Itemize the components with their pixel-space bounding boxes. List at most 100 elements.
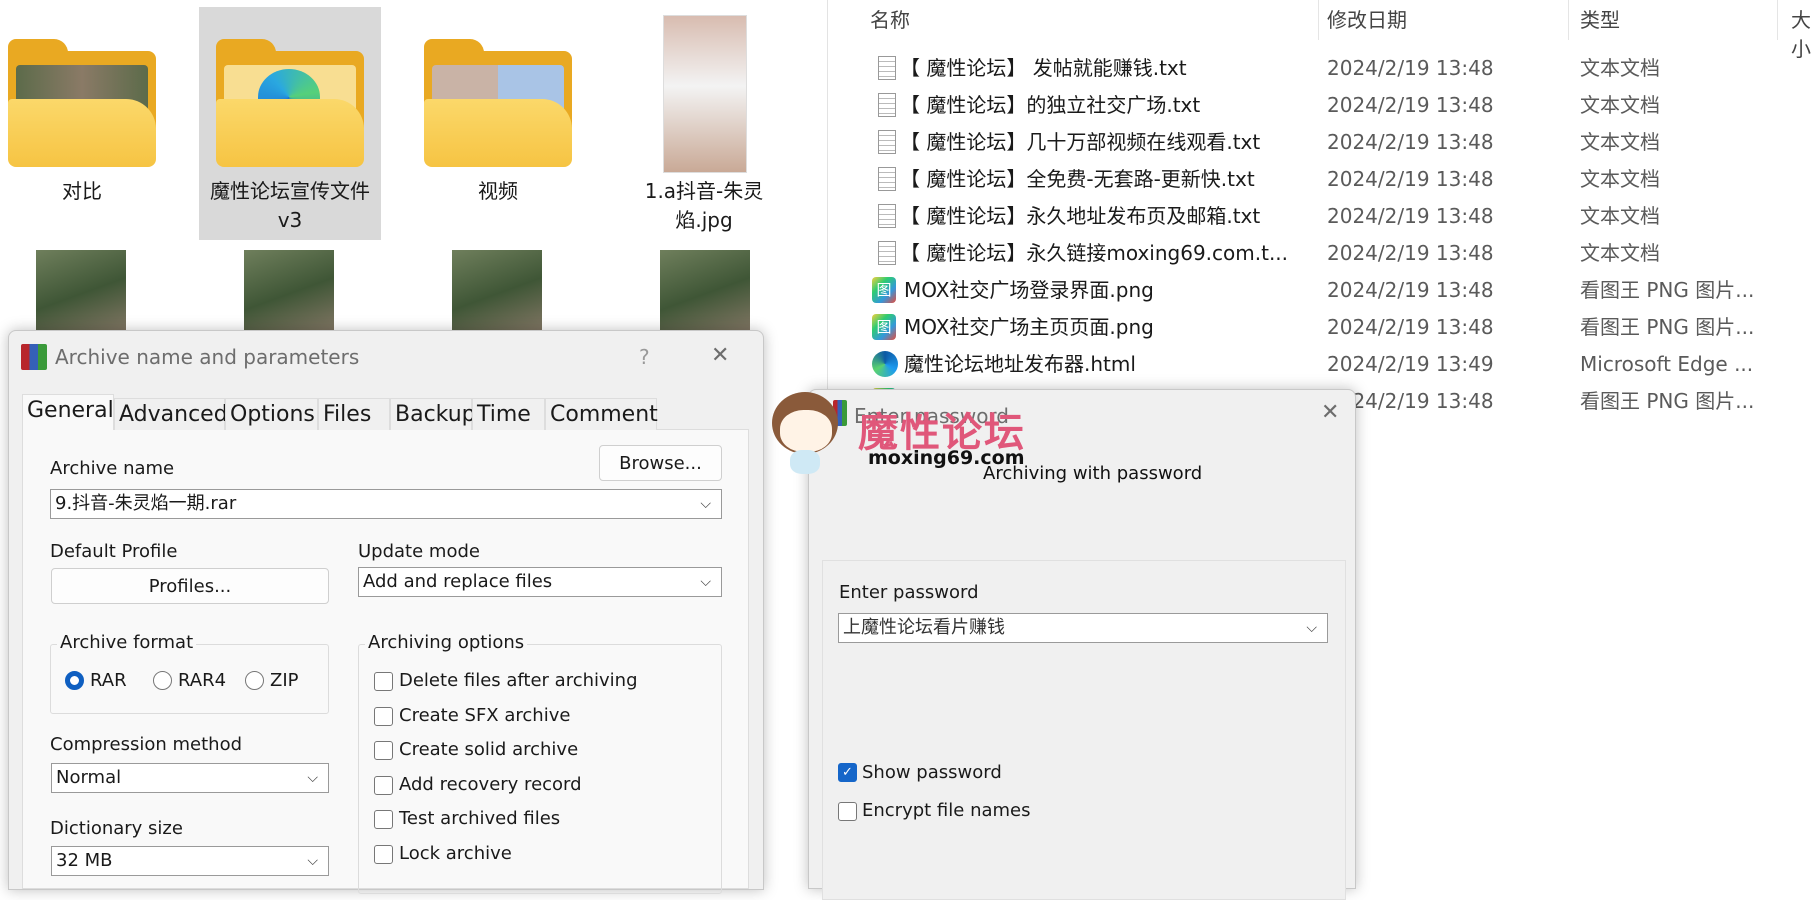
profiles-button[interactable]: Profiles... [51, 568, 329, 604]
dictionary-value: 32 MB [56, 850, 113, 871]
folder-item[interactable]: 对比 [0, 7, 172, 240]
file-name: 【 魔性论坛】永久地址发布页及邮箱.txt [900, 204, 1261, 228]
compression-method-select[interactable]: Normal ⌵ [51, 763, 329, 793]
folder-label: 对比 [62, 179, 102, 203]
image-item[interactable]: 1.a抖音-朱灵焰.jpg [614, 7, 794, 240]
option-checkbox[interactable] [374, 845, 393, 864]
file-row[interactable]: 图 MOX社交广场主页页面.png 2024/2/19 13:48 看图王 PN… [830, 310, 1817, 344]
tab-backup[interactable]: Backup [390, 398, 476, 430]
archive-format-label: Archive format [57, 632, 197, 653]
dictionary-size-label: Dictionary size [50, 818, 183, 839]
text-file-icon [878, 93, 896, 117]
file-name: 魔性论坛地址发布器.html [904, 352, 1136, 376]
option-checkbox[interactable] [374, 672, 393, 691]
file-name: 【 魔性论坛】几十万部视频在线观看.txt [900, 130, 1261, 154]
column-header-type[interactable]: 类型 [1580, 4, 1620, 33]
archive-name-label: Archive name [50, 458, 175, 479]
update-mode-value: Add and replace files [363, 571, 553, 592]
file-type: 文本文档 [1580, 56, 1660, 80]
file-date: 2024/2/19 13:49 [1327, 352, 1494, 376]
image-label: 1.a抖音-朱灵焰.jpg [644, 179, 764, 232]
file-row[interactable]: 【 魔性论坛】 发帖就能赚钱.txt 2024/2/19 13:48 文本文档 [830, 51, 1817, 85]
file-type: 文本文档 [1580, 167, 1660, 191]
option-label: Create SFX archive [399, 704, 571, 726]
file-type: 文本文档 [1580, 93, 1660, 117]
radio-zip-label: ZIP [270, 670, 299, 691]
chevron-down-icon: ⌵ [1306, 620, 1317, 636]
tab-files[interactable]: Files [318, 398, 390, 430]
file-row[interactable]: 【 魔性论坛】几十万部视频在线观看.txt 2024/2/19 13:48 文本… [830, 125, 1817, 159]
close-icon[interactable]: ✕ [1321, 400, 1339, 425]
password-input[interactable]: 上魔性论坛看片赚钱 ⌵ [838, 613, 1328, 643]
option-label: Test archived files [399, 808, 561, 830]
file-name: MOX社交广场登录界面.png [904, 278, 1154, 302]
file-date: 2024/2/19 13:48 [1327, 56, 1494, 80]
radio-rar[interactable] [65, 671, 84, 690]
image-thumbnail[interactable] [36, 250, 126, 338]
password-value: 上魔性论坛看片赚钱 [843, 617, 1005, 638]
file-name: 【 魔性论坛】全免费-无套路-更新快.txt [900, 167, 1255, 191]
enter-password-label: Enter password [839, 582, 979, 603]
text-file-icon [878, 56, 896, 80]
dictionary-size-select[interactable]: 32 MB ⌵ [51, 846, 329, 876]
file-row[interactable]: 【 魔性论坛】永久链接moxing69.com.t... 2024/2/19 1… [830, 236, 1817, 270]
file-row[interactable]: 【 魔性论坛】永久地址发布页及邮箱.txt 2024/2/19 13:48 文本… [830, 199, 1817, 233]
tab-time[interactable]: Time [472, 398, 545, 430]
password-panel [822, 560, 1346, 900]
image-thumbnail[interactable] [660, 250, 750, 338]
tab-comment[interactable]: Comment [545, 398, 658, 430]
option-checkbox[interactable] [374, 706, 393, 726]
archiving-options-label: Archiving options [365, 632, 528, 653]
option-label: Delete files after archiving [399, 670, 638, 691]
file-name: 【 魔性论坛】的独立社交广场.txt [900, 93, 1201, 117]
help-button[interactable]: ? [639, 345, 650, 369]
option-label: Create solid archive [399, 739, 579, 761]
option-checkbox[interactable] [374, 775, 393, 795]
radio-rar-label: RAR [90, 670, 127, 691]
radio-rar4-label: RAR4 [178, 670, 227, 691]
file-type: Microsoft Edge ... [1580, 352, 1754, 376]
tab-options[interactable]: Options [225, 398, 318, 430]
default-profile-label: Default Profile [50, 541, 178, 562]
chevron-down-icon: ⌵ [307, 853, 318, 869]
option-checkbox[interactable] [374, 810, 393, 830]
radio-zip[interactable] [245, 671, 264, 690]
column-header-date[interactable]: 修改日期 [1327, 4, 1407, 33]
tab-advanced[interactable]: Advanced [114, 398, 228, 430]
chevron-down-icon: ⌵ [700, 496, 711, 512]
folder-item[interactable]: 视频 [408, 7, 588, 240]
file-type: 看图王 PNG 图片... [1580, 315, 1755, 339]
radio-rar4[interactable] [153, 671, 172, 690]
file-row[interactable]: 魔性论坛地址发布器.html 2024/2/19 13:49 Microsoft… [830, 347, 1817, 381]
file-row[interactable]: 【 魔性论坛】的独立社交广场.txt 2024/2/19 13:48 文本文档 [830, 88, 1817, 122]
folder-icon [8, 39, 156, 167]
image-thumbnail[interactable] [452, 250, 542, 338]
archive-name-combobox[interactable]: 9.抖音-朱灵焰一期.rar ⌵ [50, 489, 722, 519]
watermark-mascot-icon [768, 392, 848, 476]
file-type: 文本文档 [1580, 130, 1660, 154]
browse-button[interactable]: Browse... [599, 445, 722, 481]
show-password-checkbox[interactable]: ✓ [838, 763, 857, 782]
text-file-icon [878, 204, 896, 228]
chevron-down-icon: ⌵ [700, 574, 711, 590]
image-viewer-icon: 图 [872, 314, 896, 340]
close-icon[interactable]: ✕ [711, 343, 729, 368]
folder-item-selected[interactable]: 魔性论坛宣传文件v3 [199, 7, 381, 240]
image-viewer-icon: 图 [872, 277, 896, 303]
file-row[interactable]: 【 魔性论坛】全免费-无套路-更新快.txt 2024/2/19 13:48 文… [830, 162, 1817, 196]
folder-label: 魔性论坛宣传文件v3 [210, 179, 370, 232]
file-row[interactable]: 图 MOX社交广场登录界面.png 2024/2/19 13:48 看图王 PN… [830, 273, 1817, 307]
image-thumbnail[interactable] [244, 250, 334, 338]
tab-general[interactable]: General [22, 394, 114, 430]
option-checkbox[interactable] [374, 741, 393, 761]
column-header-name[interactable]: 名称 [870, 4, 910, 33]
update-mode-label: Update mode [358, 541, 480, 562]
text-file-icon [878, 130, 896, 154]
encrypt-file-names-checkbox[interactable] [838, 802, 857, 821]
update-mode-select[interactable]: Add and replace files ⌵ [358, 567, 722, 597]
file-date: 2024/2/19 13:48 [1327, 93, 1494, 117]
file-date: 2024/2/19 13:48 [1327, 167, 1494, 191]
file-type: 文本文档 [1580, 204, 1660, 228]
file-name: 【 魔性论坛】永久链接moxing69.com.t... [900, 241, 1289, 265]
file-type: 看图王 PNG 图片... [1580, 278, 1755, 302]
